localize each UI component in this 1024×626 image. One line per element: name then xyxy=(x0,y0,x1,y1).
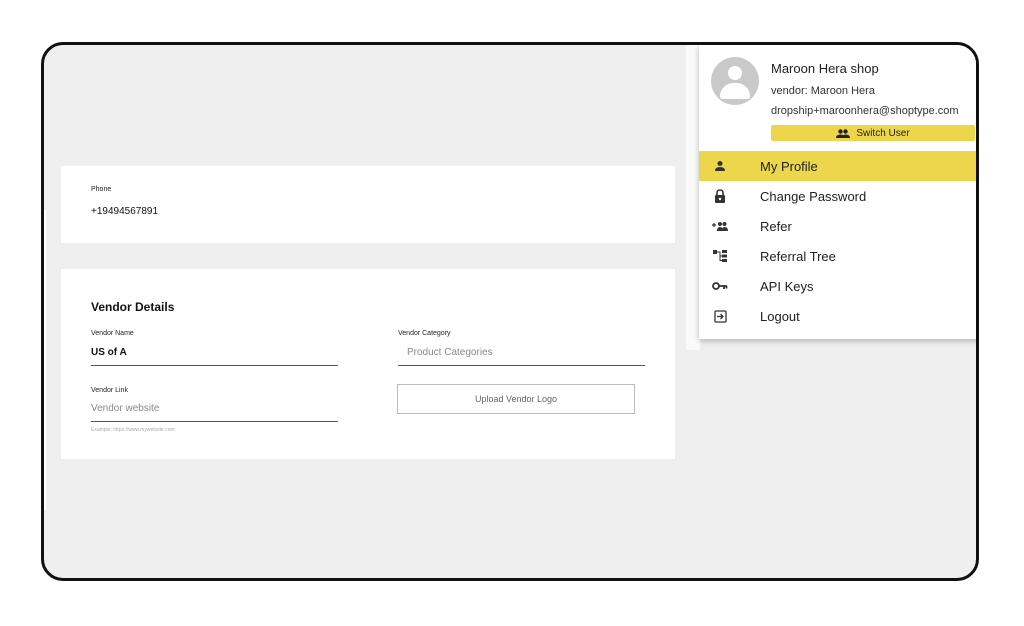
upload-vendor-logo-button[interactable]: Upload Vendor Logo xyxy=(397,384,635,414)
tree-icon xyxy=(711,247,729,265)
vendor-category-select[interactable]: Product Categories xyxy=(398,343,645,367)
menu-item-label: My Profile xyxy=(760,158,818,174)
switch-user-label: Switch User xyxy=(856,127,910,139)
menu-item-api-keys[interactable]: API Keys xyxy=(699,271,976,301)
menu-item-label: Refer xyxy=(760,218,792,234)
people-icon xyxy=(836,128,851,138)
edge-divider xyxy=(44,210,46,510)
vendor-name-line: vendor: Maroon Hera xyxy=(771,85,875,97)
add-group-icon xyxy=(711,217,729,235)
menu-item-label: API Keys xyxy=(760,278,814,294)
phone-value: +19494567891 xyxy=(91,206,159,217)
menu-item-logout[interactable]: Logout xyxy=(699,301,976,331)
menu-item-my-profile[interactable]: My Profile xyxy=(699,151,976,181)
vendor-name-value: US of A xyxy=(91,347,127,358)
vendor-category-label: Vendor Category xyxy=(398,330,451,337)
vendor-link-field[interactable]: Vendor website xyxy=(91,399,338,423)
key-icon xyxy=(711,277,729,295)
vendor-name-underline xyxy=(91,365,338,366)
user-email: dropship+maroonhera@shoptype.com xyxy=(771,105,959,117)
vendor-details-title: Vendor Details xyxy=(91,300,175,314)
user-menu: Maroon Hera shop vendor: Maroon Hera dro… xyxy=(699,45,976,339)
lock-icon xyxy=(711,187,729,205)
person-icon xyxy=(711,157,729,175)
vendor-name-field[interactable]: US of A xyxy=(91,343,338,367)
app-window: Phone +19494567891 Vendor Details Vendor… xyxy=(41,42,979,581)
vendor-category-placeholder: Product Categories xyxy=(407,347,493,358)
vendor-category-underline xyxy=(398,365,645,366)
vendor-link-placeholder: Vendor website xyxy=(91,403,160,414)
vendor-link-underline xyxy=(91,421,338,422)
phone-card: Phone +19494567891 xyxy=(61,166,675,243)
upload-vendor-logo-label: Upload Vendor Logo xyxy=(474,394,558,404)
menu-item-label: Referral Tree xyxy=(760,248,836,264)
menu-item-label: Logout xyxy=(760,308,800,324)
vendor-name-label: Vendor Name xyxy=(91,330,134,337)
vendor-details-card: Vendor Details Vendor Name US of A Vendo… xyxy=(61,269,675,459)
vendor-link-label: Vendor Link xyxy=(91,387,128,394)
shop-name: Maroon Hera shop xyxy=(771,61,879,76)
menu-backdrop xyxy=(686,45,700,350)
menu-item-refer[interactable]: Refer xyxy=(699,211,976,241)
menu-item-change-password[interactable]: Change Password xyxy=(699,181,976,211)
avatar xyxy=(711,57,759,105)
menu-item-referral-tree[interactable]: Referral Tree xyxy=(699,241,976,271)
vendor-link-hint: Example: https://www.mywebsite.com xyxy=(91,427,175,433)
logout-icon xyxy=(711,307,729,325)
switch-user-button[interactable]: Switch User xyxy=(771,125,975,141)
phone-label: Phone xyxy=(91,186,112,193)
menu-item-label: Change Password xyxy=(760,188,867,204)
